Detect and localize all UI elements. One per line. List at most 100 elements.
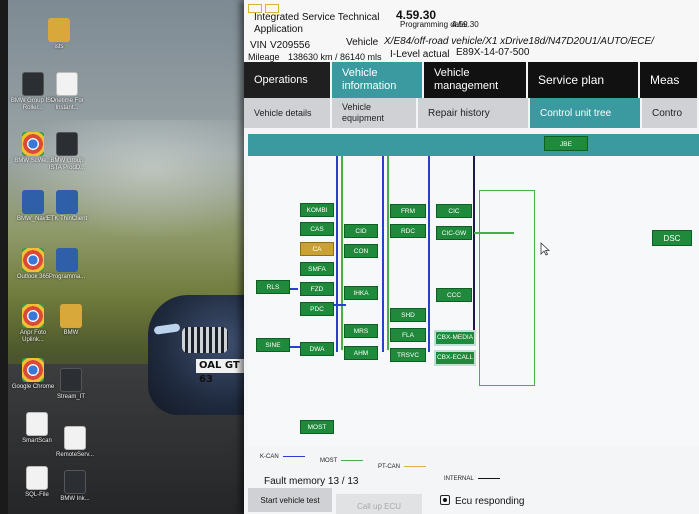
desktop-icon[interactable]: ists [36,18,82,51]
ecu-smfa[interactable]: SMFA [300,262,334,276]
tab-vehicle-information[interactable]: Vehicle information [332,62,424,98]
tab-measurement[interactable]: Meas [640,62,699,98]
tools-icon [56,132,78,156]
programming-data-value: 4.59.30 [452,20,479,29]
app-title-line1: Integrated Service Technical [254,12,380,23]
ecu-fzd[interactable]: FZD [300,282,334,296]
ecu-cbx-media[interactable]: CBX-MEDIA [434,330,476,346]
disc-icon [56,248,78,272]
tab-vehicle-management[interactable]: Vehicle management [424,62,528,98]
document-icon [56,72,78,96]
desktop-icon[interactable]: BMW Group ISTA ProdD... [44,132,90,172]
most-bus-line [341,156,343,350]
tab-control-unit-tree[interactable]: Control unit tree [530,98,642,128]
tools-icon [64,470,86,494]
legend-most: MOST [320,458,364,464]
app-icon [22,72,44,96]
ecu-dsc[interactable]: DSC [652,230,692,246]
legend-kcan: K-CAN [260,454,305,460]
mileage-label: Mileage [248,52,280,62]
ilevel-value: E89X-14-07-500 [456,47,530,58]
ecu-shd[interactable]: SHD [390,308,426,322]
chrome-icon [22,358,44,382]
fault-memory-value: 13 / 13 [327,476,359,487]
desktop-icon[interactable]: BMW [48,304,94,337]
most-ring-box [479,190,535,386]
ecu-cic-gw[interactable]: CIC-GW [436,226,472,240]
outlook-icon [22,248,44,272]
kcan-bus-line [428,156,430,352]
tab-vehicle-details[interactable]: Vehicle details [244,98,332,128]
legend-ptcan: PT-CAN [378,464,427,470]
ecu-frm[interactable]: FRM [390,204,426,218]
desktop-icon[interactable]: RemoteServ... [52,426,98,459]
mileage-value: 138630 km / 86140 mls [288,52,382,62]
desktop-icon[interactable]: Onetime For Instant... [44,72,90,112]
desktop-icon[interactable]: Stream_IT [48,368,94,401]
ecu-mrs[interactable]: MRS [344,324,378,338]
radio-icon [440,495,450,505]
desktop-icon[interactable]: Programma... [44,248,90,281]
vin-label: VIN [250,40,267,51]
ecu-fla[interactable]: FLA [390,328,426,342]
tab-vehicle-equipment[interactable]: Vehicle equipment [332,98,418,128]
kcan-bus-line [382,156,384,352]
car-headlight [153,323,181,335]
ecu-cbx-ecall[interactable]: CBX-ECALL [434,350,476,366]
tab-service-plan[interactable]: Service plan [528,62,640,98]
bus-connector [332,304,346,306]
folder-icon [48,18,70,42]
desktop-icon[interactable]: BMW Ink... [52,470,98,503]
ecu-rls[interactable]: RLS [256,280,290,294]
document-icon [26,412,48,436]
ista-window: Integrated Service Technical 4.59.30 App… [244,0,699,514]
diagram-header-bar: JBE [248,134,699,156]
ecu-ihka[interactable]: IHKA [344,286,378,300]
vin-value: V209556 [270,40,311,51]
ecu-cas[interactable]: CAS [300,222,334,236]
ecu-ahm[interactable]: AHM [344,346,378,360]
ecu-dwa[interactable]: DWA [300,342,334,356]
wallpaper-car: OAL GT 63 [148,295,248,415]
window-controls [248,0,308,13]
ecu-cic[interactable]: CIC [436,204,472,218]
tab-operations[interactable]: Operations [244,62,332,98]
bus-legend: K-CAN MOST PT-CAN INTERNAL [248,452,548,482]
app-title-line2: Application [254,24,303,35]
desktop-icon[interactable]: ETK ThinClient [44,190,90,223]
ecu-ca[interactable]: CA [300,242,334,256]
ecu-pdc[interactable]: PDC [300,302,334,316]
kcan-bus-line [336,156,338,352]
vehicle-value: X/E84/off-road vehicle/X1 xDrive18d/N47D… [384,36,654,47]
ecu-rdc[interactable]: RDC [390,224,426,238]
control-unit-tree: KOMBI CAS CA SMFA FZD PDC RLS SINE DWA M… [248,156,699,446]
most-bus-line [387,156,389,350]
document-icon [64,426,86,450]
vehicle-label: Vehicle [346,37,379,48]
tab-control-units[interactable]: Contro [642,98,699,128]
ecu-jbe[interactable]: JBE [544,136,588,151]
legend-ptcan-swatch [404,465,427,468]
ecu-sine[interactable]: SINE [256,338,290,352]
fault-memory: Fault memory 13 / 13 [264,476,359,487]
call-up-ecu-button[interactable]: Call up ECU [336,494,422,514]
tab-repair-history[interactable]: Repair history [418,98,530,128]
ecu-ccc[interactable]: CCC [436,288,472,302]
mouse-cursor-icon [540,242,550,256]
sub-tab-bar: Vehicle details Vehicle equipment Repair… [244,98,699,128]
legend-kcan-swatch [282,455,305,458]
ecu-trsvc[interactable]: TRSVC [390,348,426,362]
ecu-cid[interactable]: CID [344,224,378,238]
start-vehicle-test-button[interactable]: Start vehicle test [248,488,332,512]
ecu-con[interactable]: CON [344,244,378,258]
ecu-kombi[interactable]: KOMBI [300,203,334,217]
desktop-wallpaper: OAL GT 63 ists BMW Group ISP Roller... O… [8,0,248,514]
legend-internal-swatch [477,477,500,480]
desktop-icon-grid: ists BMW Group ISP Roller... Onetime For… [8,0,108,514]
ecu-responding-indicator[interactable]: Ecu responding [440,495,525,507]
fault-memory-label: Fault memory [264,476,326,487]
legend-most-swatch [341,459,364,462]
internal-bus-line [473,156,475,332]
ecu-most[interactable]: MOST [300,420,334,434]
document-icon [26,466,48,490]
